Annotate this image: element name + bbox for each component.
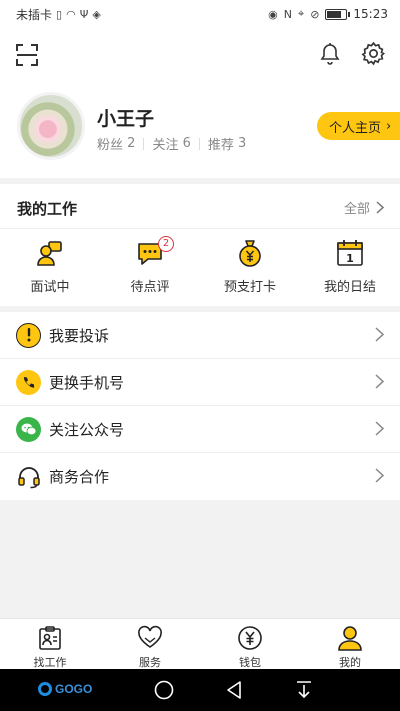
divider	[143, 137, 145, 150]
calendar-day: 1	[346, 252, 354, 265]
follow-label: 关注	[152, 138, 179, 153]
profile-stats: 粉丝 2 关注 6 推荐 3	[97, 134, 246, 153]
list-item-label: 我要投诉	[49, 326, 110, 345]
tab-label: 找工作	[33, 656, 67, 669]
warning-icon	[16, 322, 41, 348]
work-item-daily-settlement[interactable]: 1 我的日结	[300, 239, 400, 295]
nfc-icon: N	[283, 7, 292, 21]
bottom-tab-bar: 找工作 服务 钱包 我的	[0, 618, 400, 669]
battery-icon	[325, 8, 351, 20]
personal-homepage-label: 个人主页	[329, 120, 382, 136]
wallet-icon	[238, 626, 262, 650]
location-icon: ⌖	[297, 7, 305, 20]
list-item-label: 更换手机号	[49, 373, 125, 392]
scan-icon[interactable]	[16, 44, 38, 66]
username: 小王子	[97, 108, 155, 130]
work-item-label: 我的日结	[323, 280, 376, 295]
tab-mine[interactable]: 我的	[300, 619, 400, 669]
tab-label: 钱包	[239, 656, 261, 669]
recommend-count: 3	[238, 136, 247, 151]
back-button-icon[interactable]	[225, 680, 243, 700]
view-all-label: 全部	[343, 202, 370, 217]
notification-drawer-icon[interactable]	[295, 680, 313, 700]
tab-services[interactable]: 服务	[100, 619, 200, 669]
gogo-logo: GOGO	[38, 682, 92, 696]
chevron-right-icon	[375, 327, 384, 342]
money-bag-icon	[239, 240, 261, 267]
list-item-label: 关注公众号	[49, 420, 125, 439]
work-item-label: 面试中	[30, 280, 70, 295]
job-icon	[39, 626, 61, 650]
tab-find-job[interactable]: 找工作	[0, 619, 100, 669]
heart-icon	[138, 625, 162, 648]
chevron-right-icon	[375, 468, 384, 483]
carrier-text: 未插卡	[16, 7, 53, 22]
chevron-right-icon	[376, 201, 384, 214]
my-work-title: 我的工作	[17, 200, 78, 218]
chevron-right-icon	[375, 421, 384, 436]
interview-icon	[37, 241, 62, 266]
my-work-section: 我的工作 全部 面试中 2 待点评 预支打卡 1 我的日结	[0, 184, 400, 306]
list-item-complaint[interactable]: 我要投诉	[0, 312, 400, 359]
work-item-advance-checkin[interactable]: 预支打卡	[200, 239, 300, 295]
list-item-business-cooperation[interactable]: 商务合作	[0, 453, 400, 500]
status-time: 15:23	[353, 7, 388, 21]
calendar-icon: 1	[337, 240, 363, 266]
usb-icon: Ψ	[79, 7, 89, 21]
gear-icon[interactable]	[361, 41, 386, 66]
tab-label: 服务	[139, 656, 161, 669]
mute-icon: ⊘	[310, 7, 320, 21]
eye-icon: ◉	[268, 7, 278, 21]
logo-text: GOGO	[55, 682, 93, 696]
avatar[interactable]	[17, 92, 85, 160]
recommend-label: 推荐	[207, 138, 234, 153]
tab-wallet[interactable]: 钱包	[200, 619, 300, 669]
profile-header: 小王子 粉丝 2 关注 6 推荐 3 个人主页 ›	[0, 28, 400, 178]
person-icon	[338, 626, 362, 651]
wechat-icon	[16, 416, 41, 442]
divider	[0, 228, 400, 229]
work-item-interviewing[interactable]: 面试中	[0, 239, 100, 295]
tab-label: 我的	[339, 656, 361, 669]
app-notification-icon: ◈	[92, 7, 101, 21]
home-button-icon[interactable]	[154, 680, 174, 700]
bell-icon[interactable]	[318, 42, 342, 66]
fans-count: 2	[127, 136, 136, 151]
chevron-right-icon: ›	[386, 118, 392, 134]
system-nav-bar: GOGO	[0, 669, 400, 711]
work-item-pending-review[interactable]: 2 待点评	[100, 236, 200, 295]
chevron-right-icon	[375, 374, 384, 389]
notification-badge: 2	[158, 236, 174, 252]
sim-icon: ▯	[56, 7, 63, 21]
status-bar: 未插卡 ▯ ◠ Ψ ◈ ◉ N ⌖ ⊘ 15:23	[0, 0, 400, 28]
phone-icon	[16, 369, 41, 395]
headset-icon	[16, 464, 41, 489]
work-item-label: 待点评	[130, 280, 170, 295]
personal-homepage-button[interactable]: 个人主页 ›	[317, 112, 400, 140]
logo-mark-icon	[38, 682, 52, 696]
settings-list: 我要投诉 更换手机号 关注公众号 商务合作	[0, 312, 400, 500]
wifi-icon: ◠	[66, 7, 76, 21]
list-item-label: 商务合作	[49, 468, 110, 486]
follow-count: 6	[182, 136, 191, 151]
fans-label: 粉丝	[97, 138, 124, 153]
list-item-follow-official-account[interactable]: 关注公众号	[0, 406, 400, 453]
view-all-button[interactable]: 全部	[344, 198, 384, 217]
divider	[198, 137, 200, 150]
list-item-change-phone[interactable]: 更换手机号	[0, 359, 400, 406]
work-item-label: 预支打卡	[223, 280, 276, 295]
